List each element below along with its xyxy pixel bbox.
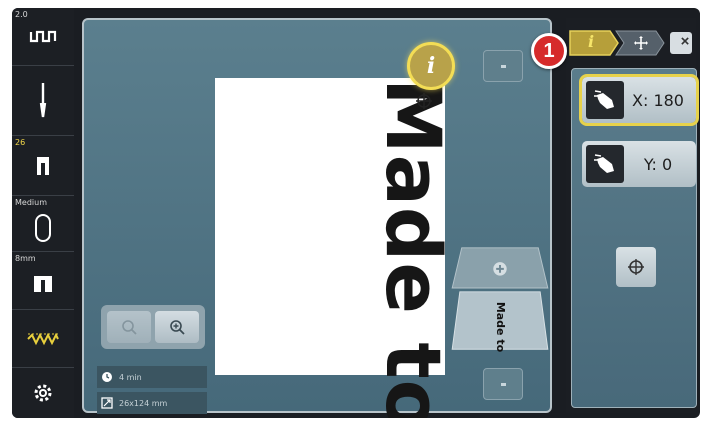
zoom-controls (101, 305, 205, 349)
left-sidebar: 2.0 26 Medium 8mm (12, 8, 74, 418)
stitch-time-row: 4 min (97, 366, 207, 388)
sidebar-item-label: Medium (15, 198, 47, 207)
zoom-out-button[interactable] (107, 311, 151, 343)
stitch-width-icon (28, 26, 58, 48)
design-size-row: 26x124 mm (97, 392, 207, 414)
coordinates-panel: X: 180 Y: 0 (571, 68, 699, 408)
y-coordinate-value: Y: 0 (643, 154, 673, 174)
hand-touch-icon (586, 145, 624, 183)
callout-number: 1 (543, 39, 555, 62)
x-coordinate-value: X: 180 (632, 90, 684, 110)
sidebar-item-presser-foot[interactable]: 26 (12, 136, 74, 196)
sidebar-item-label: 2.0 (15, 10, 28, 19)
clock-icon (102, 372, 112, 382)
center-design-button[interactable] (616, 247, 656, 287)
sidebar-item-label: 8mm (15, 254, 36, 263)
crosshair-marker-icon (416, 93, 432, 109)
zoom-out-icon (122, 320, 137, 335)
callout-badge: 1 (531, 33, 567, 69)
embroidery-text[interactable]: Made to (363, 78, 463, 418)
hoop-icon (34, 213, 52, 243)
sidebar-item-needle[interactable] (12, 66, 74, 136)
embroidery-canvas[interactable]: Made to (215, 78, 458, 418)
resize-icon (101, 397, 113, 409)
crosshair-center-icon (628, 259, 644, 275)
sidebar-item-settings[interactable] (12, 368, 74, 418)
settings-gear-icon (32, 382, 54, 404)
sidebar-item-needle-plate[interactable]: 8mm (12, 252, 74, 310)
needle-icon (36, 81, 50, 121)
close-button[interactable]: × (674, 31, 696, 53)
sidebar-item-hoop[interactable]: Medium (12, 196, 74, 252)
zoom-in-icon (170, 320, 185, 335)
needle-plate-icon (33, 275, 53, 293)
sidebar-item-stitch-width[interactable]: 2.0 (12, 8, 74, 66)
tab-info[interactable]: i (588, 32, 594, 51)
tab-move-icon[interactable] (626, 31, 666, 55)
selected-layer-label: Made to (494, 301, 507, 353)
x-coordinate-button[interactable]: X: 180 (579, 74, 699, 126)
info-button[interactable]: i (407, 42, 455, 90)
layer-scroll-up-button[interactable] (483, 50, 523, 82)
embroidery-work-area: Made to i Made to 4 min 26x124 mm (82, 18, 552, 418)
info-icon: i (426, 53, 436, 79)
zoom-in-button[interactable] (155, 311, 199, 343)
design-size: 26x124 mm (119, 398, 168, 408)
layer-scroll-down-button[interactable] (483, 368, 523, 400)
machine-screen: 2.0 26 Medium 8mm Made to i Made to 4 mi… (12, 8, 700, 418)
stitch-pattern-icon (27, 332, 59, 346)
hand-touch-icon (586, 81, 624, 119)
stitch-time: 4 min (119, 372, 142, 382)
sidebar-item-stitch-pattern[interactable] (12, 310, 74, 368)
sidebar-item-label: 26 (15, 138, 26, 147)
presser-foot-icon (34, 155, 52, 177)
y-coordinate-button[interactable]: Y: 0 (582, 141, 696, 187)
